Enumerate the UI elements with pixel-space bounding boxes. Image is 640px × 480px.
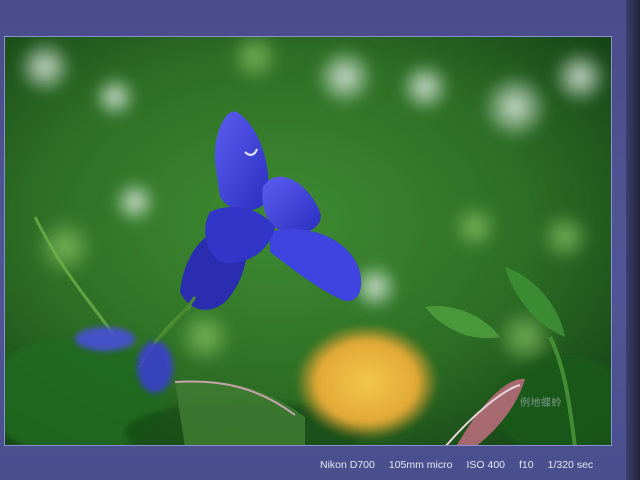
exif-info-bar: Nikon D700 105mm micro ISO 400 f10 1/320… — [320, 456, 593, 474]
exif-lens: 105mm micro — [388, 459, 453, 471]
exif-aperture: f10 — [519, 459, 534, 471]
photo-viewer-screen: 例地蝶蛉 Nikon D700 105mm micro ISO 400 f10 … — [0, 0, 640, 480]
monitor-bezel — [626, 0, 640, 480]
photo-canvas — [4, 36, 612, 446]
photo-watermark: 例地蝶蛉 — [520, 398, 562, 409]
exif-iso: ISO 400 — [466, 459, 506, 471]
exif-shutter: 1/320 sec — [547, 459, 594, 471]
flower-photo — [5, 37, 611, 445]
exif-camera: Nikon D700 — [320, 459, 375, 471]
